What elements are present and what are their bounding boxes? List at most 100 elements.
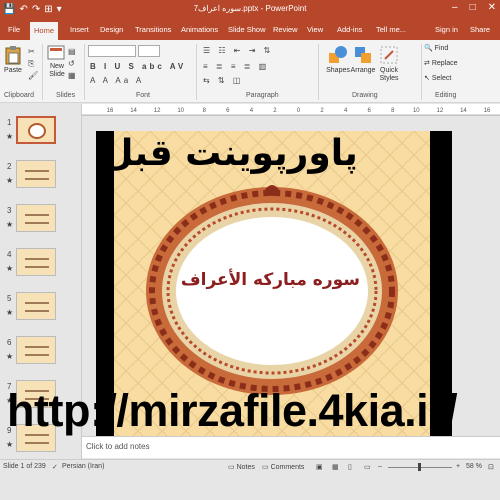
- animation-star-icon: ★: [6, 440, 14, 449]
- reading-view-icon[interactable]: ▯: [348, 463, 352, 471]
- slide-number: 3: [7, 206, 12, 215]
- paste-label: Paste: [4, 67, 22, 74]
- zoom-out-button[interactable]: –: [378, 463, 382, 470]
- slide-thumbnail[interactable]: 4 ★: [0, 246, 81, 286]
- slideshow-icon[interactable]: ▭: [364, 463, 371, 471]
- tab-file[interactable]: File: [4, 23, 24, 36]
- list-icons[interactable]: ☰ ☷ ⇤ ⇥ ⇅: [203, 46, 273, 55]
- tell-me-box[interactable]: Tell me...: [372, 23, 410, 36]
- slide-sorter-icon[interactable]: ▦: [332, 463, 339, 471]
- tab-add-ins[interactable]: Add-ins: [333, 23, 366, 36]
- zoom-level[interactable]: 58 %: [466, 463, 482, 470]
- alignment-icons[interactable]: ≡ ≣ ≡ ≣ ▥: [203, 62, 269, 71]
- fit-to-window-icon[interactable]: ⊡: [488, 463, 494, 471]
- font-format-icons[interactable]: B I U S abc AV: [90, 62, 186, 71]
- watermark-url-text: http://mirzafile.4kia.ir/: [7, 385, 458, 436]
- slide-thumbnail[interactable]: 5 ★: [0, 290, 81, 330]
- paragraph-group-label: Paragraph: [246, 92, 279, 99]
- animation-star-icon: ★: [6, 352, 14, 361]
- thumbnail-image: [16, 336, 56, 364]
- tab-transitions[interactable]: Transitions: [131, 23, 175, 36]
- font-name-box[interactable]: [88, 45, 136, 57]
- window-controls: – □ ✕: [452, 2, 496, 13]
- share-button[interactable]: Share: [466, 23, 494, 36]
- slide-thumbnail[interactable]: 3 ★: [0, 202, 81, 242]
- clipboard-group-label: Clipboard: [4, 92, 34, 99]
- tab-view[interactable]: View: [303, 23, 327, 36]
- ruler-tick-label: 4: [250, 108, 254, 114]
- comments-toggle[interactable]: ▭ Comments: [262, 463, 304, 471]
- zoom-in-button[interactable]: +: [456, 463, 460, 470]
- arrange-button[interactable]: Arrange: [350, 45, 376, 74]
- group-separator: [42, 44, 43, 100]
- slide-number: 2: [7, 162, 12, 171]
- tab-design[interactable]: Design: [96, 23, 127, 36]
- slide-thumbnail[interactable]: 2 ★: [0, 158, 81, 198]
- sign-in-link[interactable]: Sign in: [431, 23, 462, 36]
- animation-star-icon: ★: [6, 132, 14, 141]
- maximize-button[interactable]: □: [470, 2, 476, 13]
- shapes-button[interactable]: Shapes: [326, 45, 350, 74]
- horizontal-ruler: 16 14 12 10 8 6 4 2 0 2 4 6 8 10 12 14 16: [82, 104, 500, 116]
- notes-toggle[interactable]: ▭ Notes: [228, 463, 255, 471]
- new-slide-button[interactable]: New Slide: [45, 45, 67, 79]
- tab-slide-show[interactable]: Slide Show: [224, 23, 270, 36]
- paste-button[interactable]: Paste: [2, 45, 24, 74]
- font-group-label: Font: [136, 92, 151, 99]
- comments-toggle-label: Comments: [270, 464, 305, 471]
- notes-toggle-label: Notes: [236, 464, 255, 471]
- layout-icon[interactable]: ▤: [68, 46, 76, 58]
- language-indicator[interactable]: Persian (Iran): [62, 463, 104, 470]
- format-painter-icon[interactable]: 🖌: [28, 70, 38, 82]
- ruler-tick-label: 6: [368, 108, 372, 114]
- reset-icon[interactable]: ↺: [68, 58, 76, 70]
- replace-button[interactable]: ⇄ Replace: [424, 59, 458, 67]
- select-label: Select: [431, 75, 452, 82]
- slide-thumbnail[interactable]: 6 ★: [0, 334, 81, 374]
- cut-icon[interactable]: ✂: [28, 46, 38, 58]
- new-slide-icon: [47, 45, 65, 60]
- shapes-icon: [329, 46, 347, 63]
- group-separator: [318, 44, 319, 100]
- shapes-label: Shapes: [326, 67, 350, 74]
- ruler-tick-label: 12: [437, 108, 444, 114]
- copy-icon[interactable]: ⎘: [28, 58, 38, 70]
- minimize-button[interactable]: –: [452, 2, 458, 13]
- tab-home[interactable]: Home: [30, 22, 59, 40]
- normal-view-icon[interactable]: ▣: [316, 463, 323, 471]
- clipboard-small-icons: ✂ ⎘ 🖌: [28, 46, 38, 82]
- close-button[interactable]: ✕: [488, 2, 496, 13]
- thumbnail-image: [16, 116, 56, 144]
- select-button[interactable]: ↖ Select: [424, 74, 451, 82]
- search-icon: 🔍: [424, 45, 433, 52]
- find-button[interactable]: 🔍 Find: [424, 44, 448, 52]
- ribbon-tabs: File Home Insert Design Transitions Anim…: [0, 20, 500, 40]
- font-size-box[interactable]: [138, 45, 160, 57]
- group-separator: [84, 44, 85, 100]
- group-separator: [421, 44, 422, 100]
- ruler-ticks: 16 14 12 10 8 6 4 2 0 2 4 6 8 10 12 14 16: [82, 108, 500, 116]
- zoom-slider-thumb[interactable]: [418, 463, 421, 471]
- quick-styles-button[interactable]: Quick Styles: [376, 45, 402, 83]
- ruler-tick-label: 10: [177, 108, 184, 114]
- ruler-tick-label: 4: [344, 108, 348, 114]
- slide-title[interactable]: سوره مبارکه الأعراف: [181, 270, 360, 290]
- tab-insert[interactable]: Insert: [66, 23, 93, 36]
- tab-animations[interactable]: Animations: [177, 23, 222, 36]
- tab-review[interactable]: Review: [269, 23, 302, 36]
- font-color-icons[interactable]: A A Aa A: [90, 76, 144, 85]
- spell-check-icon[interactable]: ✓: [52, 463, 58, 471]
- slide-counter: Slide 1 of 239: [3, 463, 46, 470]
- animation-star-icon: ★: [6, 220, 14, 229]
- cursor-icon: ↖: [424, 75, 430, 82]
- status-bar: Slide 1 of 239 ✓ Persian (Iran) ▭ Notes …: [0, 459, 500, 500]
- ruler-tick-label: 16: [107, 108, 114, 114]
- ruler-tick-label: 8: [391, 108, 395, 114]
- direction-icons[interactable]: ⇆ ⇅ ◫: [203, 76, 243, 85]
- section-icon[interactable]: ▦: [68, 70, 76, 82]
- thumbnail-image: [16, 248, 56, 276]
- animation-star-icon: ★: [6, 264, 14, 273]
- slide-thumbnail[interactable]: 1 ★: [0, 114, 81, 154]
- find-label: Find: [434, 45, 449, 52]
- notes-pane[interactable]: Click to add notes: [82, 436, 500, 458]
